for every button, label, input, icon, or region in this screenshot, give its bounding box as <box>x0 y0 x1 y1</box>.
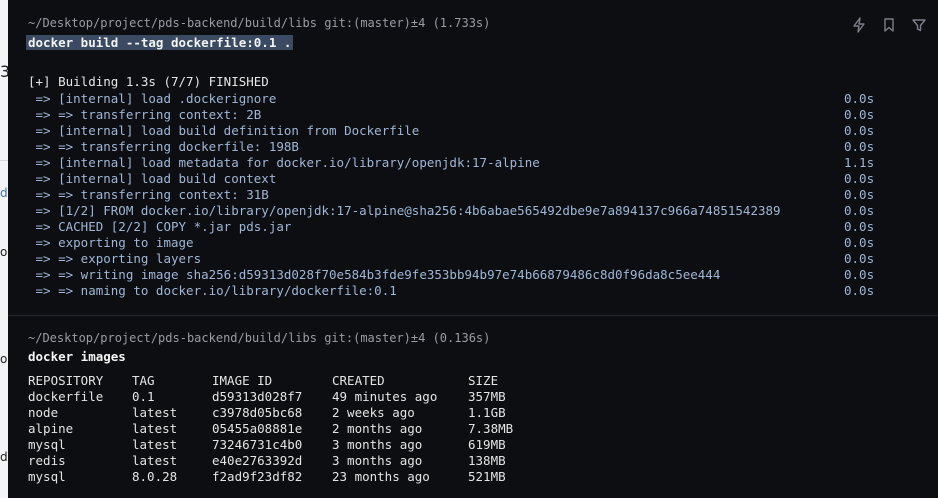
build-step: => [1/2] FROM docker.io/library/openjdk:… <box>28 203 781 218</box>
command-text[interactable]: docker images <box>28 349 126 364</box>
table-cell: 05455a08881e <box>212 421 303 436</box>
build-step: => => transferring context: 2B <box>28 107 262 122</box>
table-cell: f2ad9f23df82 <box>212 469 303 484</box>
table-cell: d59313d028f7 <box>212 389 303 404</box>
table-cell: 521MB <box>468 469 506 484</box>
build-step-time: 0.0s <box>844 251 875 266</box>
table-cell: 3 months ago <box>332 437 423 452</box>
background-app-label: d <box>0 186 8 200</box>
table-cell: e40e2763392d <box>212 453 303 468</box>
table-cell: 0.1 <box>132 389 155 404</box>
bookmark-icon[interactable] <box>880 16 898 34</box>
build-step: => [internal] load build context <box>28 171 277 186</box>
filter-icon[interactable] <box>910 16 928 34</box>
table-cell: latest <box>132 453 178 468</box>
build-step-time: 0.0s <box>844 171 875 186</box>
build-step: => => transferring dockerfile: 198B <box>28 139 299 154</box>
background-divider <box>0 160 8 161</box>
table-header: REPOSITORY <box>28 373 104 388</box>
table-cell: c3978d05bc68 <box>212 405 303 420</box>
lightning-icon[interactable] <box>850 16 868 34</box>
table-cell: dockerfile <box>28 389 104 404</box>
table-header: CREATED <box>332 373 385 388</box>
build-step-time: 0.0s <box>844 219 875 234</box>
build-step-time: 0.0s <box>844 235 875 250</box>
table-cell: node <box>28 405 59 420</box>
build-step-time: 0.0s <box>844 123 875 138</box>
block-toolbar <box>850 16 928 36</box>
build-step-time: 0.0s <box>844 107 875 122</box>
build-step: => [internal] load .dockerignore <box>28 91 277 106</box>
prompt-line: ~/Desktop/project/pds-backend/build/libs… <box>28 331 491 345</box>
table-cell: 7.38MB <box>468 421 514 436</box>
table-cell: 619MB <box>468 437 506 452</box>
build-step: => CACHED [2/2] COPY *.jar pds.jar <box>28 219 292 234</box>
table-cell: 2 months ago <box>332 421 423 436</box>
table-cell: 49 minutes ago <box>332 389 438 404</box>
table-cell: mysql <box>28 469 66 484</box>
table-cell: alpine <box>28 421 74 436</box>
table-cell: 1.1GB <box>468 405 506 420</box>
build-step-time: 0.0s <box>844 203 875 218</box>
table-cell: 23 months ago <box>332 469 430 484</box>
background-app-strip: 3 d ol ol d <box>0 0 11 498</box>
build-step: => => transferring context: 31B <box>28 187 269 202</box>
table-cell: 8.0.28 <box>132 469 178 484</box>
build-step-time: 1.1s <box>844 155 875 170</box>
table-cell: latest <box>132 405 178 420</box>
build-header: [+] Building 1.3s (7/7) FINISHED <box>28 74 269 89</box>
prompt-line: ~/Desktop/project/pds-backend/build/libs… <box>28 16 491 30</box>
table-header: TAG <box>132 373 155 388</box>
build-step: => => exporting layers <box>28 251 202 266</box>
command-block-build[interactable]: ~/Desktop/project/pds-backend/build/libs… <box>8 0 938 315</box>
table-header: SIZE <box>468 373 499 388</box>
build-step-time: 0.0s <box>844 267 875 282</box>
build-step: => => writing image sha256:d59313d028f70… <box>28 267 721 282</box>
table-cell: mysql <box>28 437 66 452</box>
background-app-label: d <box>0 450 8 464</box>
build-step: => exporting to image <box>28 235 194 250</box>
build-step: => [internal] load build definition from… <box>28 123 420 138</box>
table-cell: 73246731c4b0 <box>212 437 303 452</box>
table-cell: latest <box>132 437 178 452</box>
build-step: => => naming to docker.io/library/docker… <box>28 283 397 298</box>
table-cell: latest <box>132 421 178 436</box>
build-step-time: 0.0s <box>844 139 875 154</box>
table-cell: 138MB <box>468 453 506 468</box>
table-header: IMAGE ID <box>212 373 273 388</box>
command-block-images[interactable]: ~/Desktop/project/pds-backend/build/libs… <box>8 316 938 498</box>
table-cell: 2 weeks ago <box>332 405 415 420</box>
terminal-window: ~/Desktop/project/pds-backend/build/libs… <box>8 0 938 498</box>
build-step-time: 0.0s <box>844 91 875 106</box>
build-step: => [internal] load metadata for docker.i… <box>28 155 540 170</box>
command-text[interactable]: docker build --tag dockerfile:0.1 . <box>26 35 294 50</box>
build-step-time: 0.0s <box>844 283 875 298</box>
table-cell: 357MB <box>468 389 506 404</box>
table-cell: 3 months ago <box>332 453 423 468</box>
table-cell: redis <box>28 453 66 468</box>
build-step-time: 0.0s <box>844 187 875 202</box>
